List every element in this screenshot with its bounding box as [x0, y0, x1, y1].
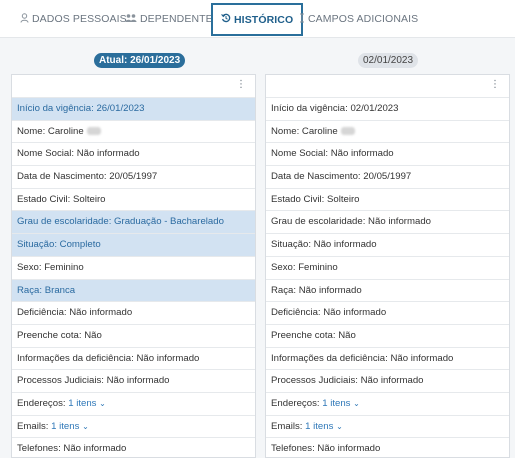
row-nome: Nome: Caroline	[12, 119, 255, 143]
tab-dados-pessoais[interactable]: DADOS PESSOAIS	[20, 4, 127, 34]
enderecos-expand-link[interactable]: 1 itens ⌄	[68, 398, 106, 409]
redacted-surname	[86, 127, 101, 136]
emails-expand-link[interactable]: 1 itens ⌄	[51, 421, 89, 432]
row-deficiencia: Deficiência: Não informado	[266, 301, 509, 324]
row-enderecos: Endereços: 1 itens ⌄	[12, 391, 255, 415]
nome-text: Nome: Caroline	[271, 125, 338, 137]
row-data-nascimento: Data de Nascimento: 20/05/1997	[266, 165, 509, 188]
enderecos-link-text: 1 itens	[68, 397, 97, 409]
row-telefones: Telefones: Não informado	[266, 437, 509, 457]
emails-expand-link[interactable]: 1 itens ⌄	[305, 421, 343, 432]
chevron-down-icon: ⌄	[82, 421, 89, 431]
history-icon	[221, 13, 231, 26]
emails-link-text: 1 itens	[305, 420, 334, 432]
previous-version-card: ⋮ Início da vigência: 02/01/2023 Nome: C…	[265, 74, 510, 458]
tab-bar: DADOS PESSOAIS DEPENDENTES HISTÓRICO CAM…	[0, 0, 515, 38]
tab-label: DADOS PESSOAIS	[32, 13, 127, 25]
tab-label: HISTÓRICO	[234, 13, 294, 26]
fields-icon	[299, 13, 305, 26]
emails-label: Emails:	[271, 420, 303, 432]
tab-label: DEPENDENTES	[140, 13, 220, 25]
row-data-nascimento: Data de Nascimento: 20/05/1997	[12, 165, 255, 188]
row-inicio-vigencia: Início da vigência: 02/01/2023	[266, 97, 509, 120]
chevron-down-icon: ⌄	[99, 398, 106, 408]
tab-label: CAMPOS ADICIONAIS	[308, 13, 419, 25]
more-options-icon[interactable]: ⋮	[490, 79, 500, 91]
row-preenche-cota: Preenche cota: Não	[12, 323, 255, 347]
enderecos-expand-link[interactable]: 1 itens ⌄	[322, 398, 360, 409]
row-info-deficiencia: Informações da deficiência: Não informad…	[12, 346, 255, 370]
enderecos-label: Endereços:	[271, 397, 320, 409]
row-situacao: Situação: Não informado	[266, 233, 509, 256]
row-nome-social: Nome Social: Não informado	[12, 142, 255, 165]
row-processos-judiciais: Processos Judiciais: Não informado	[12, 369, 255, 392]
row-nome-social: Nome Social: Não informado	[266, 142, 509, 165]
enderecos-label: Endereços:	[17, 397, 66, 409]
row-info-deficiencia: Informações da deficiência: Não informad…	[266, 346, 509, 370]
users-icon	[125, 13, 137, 26]
tab-historico[interactable]: HISTÓRICO	[211, 3, 304, 36]
row-emails: Emails: 1 itens ⌄	[266, 414, 509, 438]
row-sexo: Sexo: Feminino	[266, 255, 509, 279]
row-processos-judiciais: Processos Judiciais: Não informado	[266, 369, 509, 392]
row-telefones: Telefones: Não informado	[12, 437, 255, 457]
tab-dependentes[interactable]: DEPENDENTES	[125, 4, 220, 34]
person-icon	[20, 12, 29, 26]
row-situacao: Situação: Completo	[12, 233, 255, 256]
current-version-badge: Atual: 26/01/2023	[94, 53, 186, 68]
row-raca: Raça: Branca	[12, 278, 255, 302]
row-nome: Nome: Caroline	[266, 119, 509, 143]
chevron-down-icon: ⌄	[336, 421, 343, 431]
row-inicio-vigencia: Início da vigência: 26/01/2023	[12, 97, 255, 120]
row-grau-escolaridade: Grau de escolaridade: Graduação - Bachar…	[12, 210, 255, 234]
row-estado-civil: Estado Civil: Solteiro	[12, 187, 255, 211]
row-sexo: Sexo: Feminino	[12, 255, 255, 279]
enderecos-link-text: 1 itens	[322, 397, 351, 409]
current-version-card: ⋮ Início da vigência: 26/01/2023 Nome: C…	[11, 74, 256, 458]
row-grau-escolaridade: Grau de escolaridade: Não informado	[266, 210, 509, 233]
row-enderecos: Endereços: 1 itens ⌄	[266, 391, 509, 415]
emails-link-text: 1 itens	[51, 420, 80, 432]
row-deficiencia: Deficiência: Não informado	[12, 301, 255, 324]
nome-text: Nome: Caroline	[17, 125, 84, 137]
redacted-surname	[340, 127, 355, 136]
row-raca: Raça: Não informado	[266, 278, 509, 302]
more-options-icon[interactable]: ⋮	[236, 79, 246, 91]
emails-label: Emails:	[17, 420, 49, 432]
previous-version-badge: 02/01/2023	[358, 53, 419, 68]
chevron-down-icon: ⌄	[353, 398, 360, 408]
row-preenche-cota: Preenche cota: Não	[266, 323, 509, 347]
row-estado-civil: Estado Civil: Solteiro	[266, 187, 509, 211]
tab-campos-adicionais[interactable]: CAMPOS ADICIONAIS	[299, 4, 418, 34]
row-emails: Emails: 1 itens ⌄	[12, 414, 255, 438]
